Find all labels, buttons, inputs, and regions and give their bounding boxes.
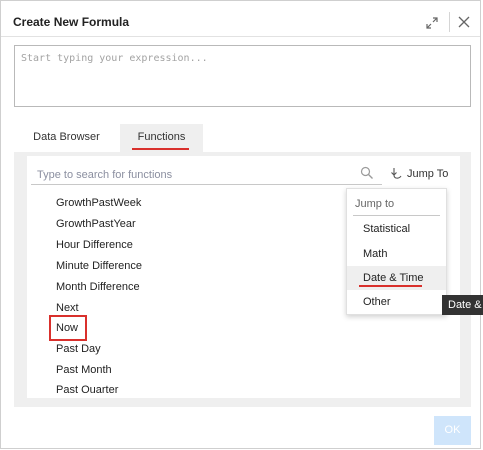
ok-button[interactable]: OK	[434, 416, 471, 445]
menu-item-statistical[interactable]: Statistical	[347, 217, 446, 241]
active-menu-indicator	[359, 285, 422, 287]
expand-icon[interactable]	[425, 16, 439, 30]
list-item[interactable]: Past Day	[56, 343, 101, 355]
list-item[interactable]: GrowthPastWeek	[56, 197, 141, 209]
menu-item-math[interactable]: Math	[347, 242, 446, 266]
close-icon[interactable]	[457, 15, 471, 29]
dialog-title: Create New Formula	[13, 15, 130, 29]
list-item[interactable]: Past Month	[56, 364, 112, 376]
tab-data-browser[interactable]: Data Browser	[15, 124, 118, 152]
jump-menu-header: Jump to	[355, 198, 395, 210]
active-tab-indicator	[132, 148, 189, 150]
list-item[interactable]: Hour Difference	[56, 239, 133, 251]
highlight-box	[49, 315, 87, 341]
list-item[interactable]: Month Difference	[56, 281, 140, 293]
create-formula-dialog: Create New Formula Data Browser Function…	[0, 0, 483, 449]
jump-to-icon	[390, 167, 403, 181]
expression-input[interactable]	[14, 45, 471, 107]
jump-to-label: Jump To	[407, 168, 449, 180]
menu-item-other[interactable]: Other	[347, 290, 446, 314]
jump-to-menu: Jump to Statistical Math Date & Time Oth…	[346, 188, 447, 315]
tooltip: Date & Time	[442, 295, 483, 315]
list-item[interactable]: Past Quarter	[56, 384, 118, 393]
titlebar-divider	[449, 12, 450, 32]
dialog-titlebar: Create New Formula	[1, 1, 480, 37]
list-item[interactable]: Minute Difference	[56, 260, 142, 272]
function-search-input[interactable]	[31, 165, 382, 185]
search-icon	[360, 166, 374, 180]
functions-list[interactable]: GrowthPastWeek GrowthPastYear Hour Diffe…	[27, 191, 327, 393]
list-item[interactable]: Next	[56, 302, 79, 314]
jump-menu-divider	[353, 215, 440, 216]
list-item[interactable]: GrowthPastYear	[56, 218, 136, 230]
